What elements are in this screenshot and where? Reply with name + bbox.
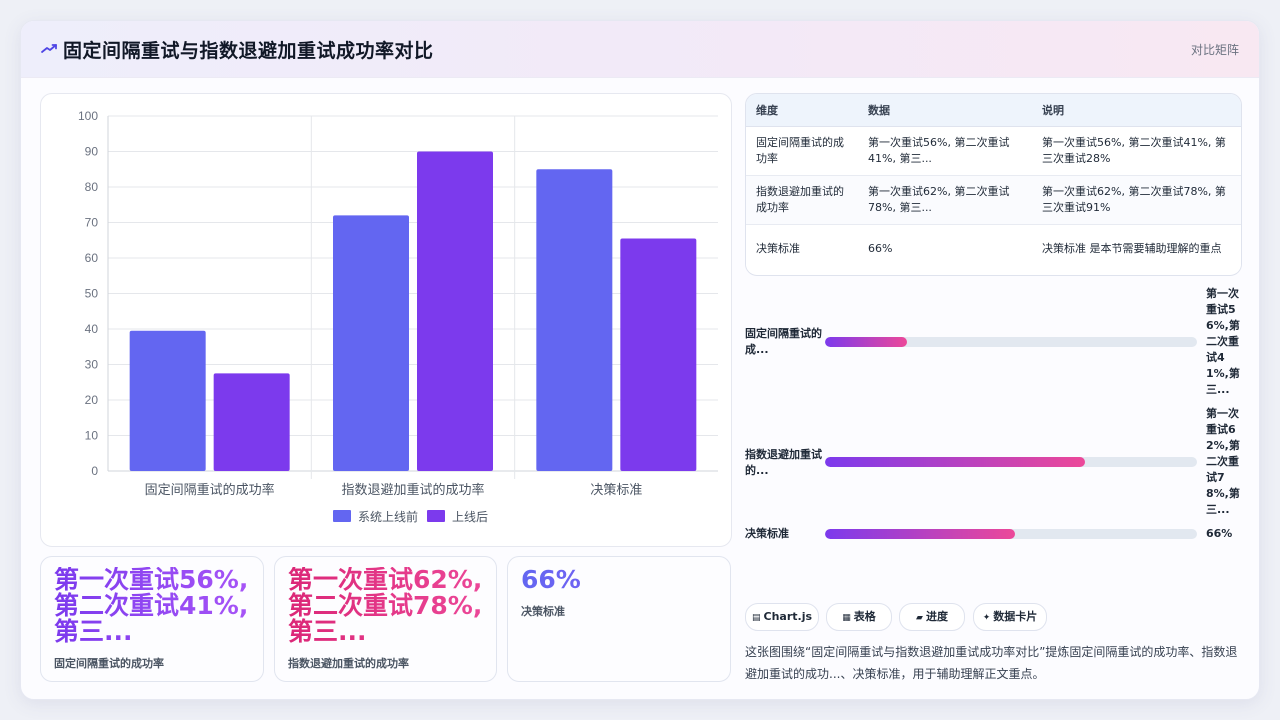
progress-label: 指数退避加重试的... (745, 448, 822, 477)
stat-label: 决策标准 (521, 605, 565, 618)
stat-card: 第一次重试62%,第二次重试78%,第三... 指数退避加重试的成功率 (274, 556, 497, 682)
description-text: 这张图围绕“固定间隔重试与指数退避加重试成功率对比”提炼固定间隔重试的成功率、指… (745, 645, 1238, 681)
page-title: 固定间隔重试与指数退避加重试成功率对比 (63, 40, 434, 62)
stat-card: 第一次重试56%,第二次重试41%,第三... 固定间隔重试的成功率 (40, 556, 264, 682)
table-row: 指数退避加重试的成功率 第一次重试62%, 第二次重试78%, 第三... 第一… (746, 175, 1241, 225)
bar-before (536, 169, 613, 471)
table-cell-note: 第一次重试62%, 第二次重试78%, 第三次重试91% (1032, 175, 1241, 225)
chip-label: Chart.js (763, 610, 813, 623)
y-tick-label: 20 (85, 393, 99, 407)
stat-value: 66% (521, 567, 721, 593)
y-tick-label: 100 (78, 109, 98, 123)
y-tick-label: 40 (85, 322, 99, 336)
bar-after (620, 238, 697, 471)
data-table-panel: 维度 数据 说明 固定间隔重试的成功率 第一次重试56%, 第二次重试41%, … (745, 93, 1242, 276)
chip-table[interactable]: ▦ 表格 (826, 603, 892, 631)
stat-value: 第一次重试62%,第二次重试78%,第三... (288, 567, 488, 645)
data-table: 维度 数据 说明 固定间隔重试的成功率 第一次重试56%, 第二次重试41%, … (746, 94, 1241, 273)
table-cell-dimension: 决策标准 (746, 224, 858, 273)
bar-chart: 0 10 20 30 40 50 60 70 80 90 100 固定间隔重试的成功率 指数退避加重试的… (78, 109, 718, 524)
progress-track (825, 337, 1197, 347)
chip-data-card[interactable]: ✦ 数据卡片 (973, 603, 1047, 631)
y-tick-label: 10 (85, 429, 99, 443)
table-header-row: 维度 数据 说明 (746, 94, 1241, 127)
column-header-dimension: 维度 (746, 94, 858, 127)
column-header-data: 数据 (858, 94, 1032, 127)
matrix-tag: 对比矩阵 (1190, 43, 1239, 57)
header-bar: 固定间隔重试与指数退避加重试成功率对比 对比矩阵 (21, 21, 1259, 78)
table-cell-data: 66% (858, 224, 1032, 273)
y-tick-label: 0 (91, 464, 98, 478)
progress-value: 第一次重试56%,第二次重试41%,第三... (1206, 287, 1240, 396)
y-tick-label: 70 (85, 216, 99, 230)
progress-fill (825, 337, 907, 347)
y-tick-label: 50 (85, 287, 99, 301)
trend-icon (41, 44, 57, 53)
chip-label: 进度 (925, 610, 948, 623)
progress-label: 固定间隔重试的成... (745, 327, 822, 356)
bar-after (213, 373, 290, 471)
table-cell-note: 第一次重试56%, 第二次重试41%, 第三次重试28% (1032, 126, 1241, 176)
table-row: 固定间隔重试的成功率 第一次重试56%, 第二次重试41%, 第三... 第一次… (746, 126, 1241, 176)
table-cell-dimension: 指数退避加重试的成功率 (746, 175, 858, 225)
progress-list: 固定间隔重试的成... 第一次重试56%,第二次重试41%,第三... 指数退避… (745, 283, 1245, 553)
table-cell-dimension: 固定间隔重试的成功率 (746, 126, 858, 176)
bar-chart-panel: 0 10 20 30 40 50 60 70 80 90 100 固定间隔重试的成功率 指数退避加重试的… (40, 93, 732, 547)
progress-fill (825, 457, 1086, 467)
progress-track (825, 457, 1197, 467)
progress-value: 第一次重试62%,第二次重试78%,第三... (1206, 407, 1240, 516)
chip-chartjs[interactable]: ▤ Chart.js (745, 603, 819, 631)
progress-label: 决策标准 (745, 527, 789, 540)
stat-label: 指数退避加重试的成功率 (288, 657, 409, 670)
sparkle-icon: ✦ (982, 613, 991, 623)
table-cell-data: 第一次重试56%, 第二次重试41%, 第三... (858, 126, 1032, 176)
y-tick-label: 90 (85, 145, 99, 159)
x-tick-label: 指数退避加重试的成功率 (341, 482, 484, 498)
chip-label: 表格 (853, 610, 876, 623)
y-tick-label: 30 (85, 358, 99, 372)
bar-before (129, 330, 206, 471)
legend-label: 系统上线前 (358, 509, 418, 524)
table-cell-note: 决策标准 是本节需要辅助理解的重点 (1032, 224, 1241, 273)
legend-swatch (427, 510, 445, 522)
bar-before (333, 215, 409, 471)
progress-value: 66% (1206, 527, 1233, 540)
x-tick-label: 固定间隔重试的成功率 (145, 482, 275, 498)
legend-swatch (333, 510, 351, 522)
table-row: 决策标准 66% 决策标准 是本节需要辅助理解的重点 (746, 224, 1241, 273)
progress-track (825, 529, 1197, 539)
x-tick-label: 决策标准 (590, 482, 642, 498)
column-header-note: 说明 (1032, 94, 1241, 127)
y-tick-label: 80 (85, 180, 99, 194)
stat-label: 固定间隔重试的成功率 (54, 657, 164, 670)
y-tick-label: 60 (85, 251, 99, 265)
bar-after (417, 151, 493, 471)
progress-icon: ▰ (916, 613, 923, 623)
progress-fill (825, 529, 1015, 539)
chip-progress[interactable]: ▰ 进度 (899, 603, 965, 631)
stat-card: 66% 决策标准 (507, 556, 731, 682)
chip-label: 数据卡片 (993, 610, 1038, 623)
stat-value: 第一次重试56%,第二次重试41%,第三... (54, 567, 254, 645)
chart-icon: ▤ (751, 613, 761, 623)
legend-label: 上线后 (452, 510, 488, 524)
report-card: 固定间隔重试与指数退避加重试成功率对比 对比矩阵 0 10 20 30 40 50 60 70… (20, 20, 1260, 700)
table-cell-data: 第一次重试62%, 第二次重试78%, 第三... (858, 175, 1032, 225)
table-icon: ▦ (842, 613, 851, 623)
